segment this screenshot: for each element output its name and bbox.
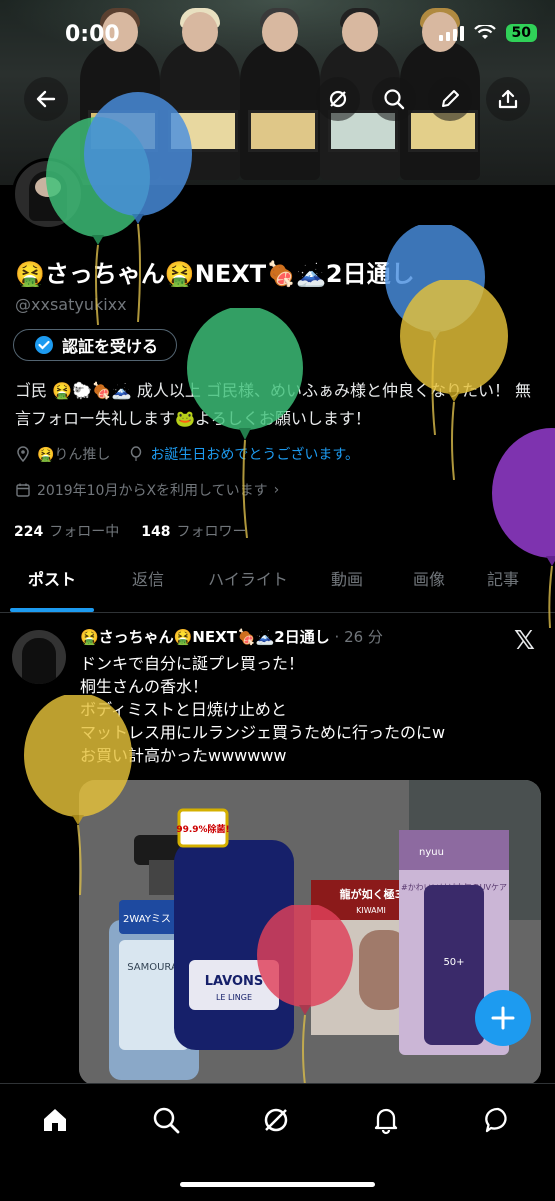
compose-button[interactable] — [475, 990, 531, 1046]
following-count: 224 — [14, 524, 44, 540]
spf-label: 50+ — [443, 957, 464, 968]
oshi-text: 🤮りん推し — [37, 447, 111, 463]
nav-home[interactable] — [35, 1100, 75, 1140]
purple-balloon-decoration — [492, 428, 555, 628]
grok-icon — [264, 1108, 288, 1132]
profile-tabs: ポスト 返信 ハイライト 動画 画像 記事 — [0, 558, 555, 613]
plus-icon — [491, 1006, 515, 1030]
battery-level: 50 — [505, 24, 537, 42]
lavons-sub-label: LE LINGE — [216, 993, 252, 1002]
edit-button[interactable] — [428, 77, 472, 121]
nav-grok[interactable] — [256, 1100, 296, 1140]
bottom-nav — [0, 1083, 555, 1201]
twoway-label: 2WAYミスト — [123, 914, 181, 925]
search-button[interactable] — [372, 77, 416, 121]
search-icon — [153, 1107, 180, 1134]
post-line: ボディミストと日焼け止めと — [80, 700, 287, 719]
following-label: フォロー中 — [49, 524, 120, 540]
samourai-label: SAMOURAI — [127, 962, 181, 973]
ryu-sub-label: KIWAMI — [356, 906, 386, 915]
post-line: ドンキで自分に誕プレ買った！ — [80, 654, 305, 673]
grok-button[interactable] — [316, 77, 360, 121]
arrow-left-icon — [36, 90, 56, 108]
percent-label: 99.9%除菌! — [176, 823, 229, 835]
green-balloon-decoration — [187, 308, 303, 538]
verified-badge-icon — [35, 336, 53, 354]
post-text: ドンキで自分に誕プレ買った！ 桐生さんの香水！ ボディミストと日焼け止めと マッ… — [80, 652, 540, 767]
tab-replies[interactable]: 返信 — [104, 558, 192, 612]
red-balloon-decoration — [257, 905, 353, 1085]
post-author[interactable]: 🤮さっちゃん🤮NEXT🍖🗻2日通し — [80, 628, 330, 646]
blue-balloon-decoration — [84, 92, 192, 322]
home-indicator — [180, 1182, 375, 1187]
bell-icon — [374, 1108, 398, 1135]
share-button[interactable] — [486, 77, 530, 121]
followers-count: 148 — [141, 524, 171, 540]
ryu-label: 龍が如く極3 — [340, 887, 403, 901]
message-icon — [485, 1107, 507, 1133]
status-icons: 50 — [438, 24, 537, 42]
post-avatar[interactable] — [12, 630, 66, 684]
nyuu-logo: nyuu — [419, 847, 444, 858]
tab-highlights[interactable]: ハイライト — [192, 558, 304, 612]
post-line: マットレス用にルランジェ買うために行ったのにw — [80, 723, 446, 742]
verify-label: 認証を受ける — [62, 337, 159, 356]
tab-videos[interactable]: 動画 — [304, 558, 390, 612]
post-line: お買い計高かったwwwwww — [80, 746, 287, 765]
status-time: 0:00 — [65, 22, 120, 47]
nav-notifications[interactable] — [366, 1100, 406, 1140]
balloon-icon — [131, 446, 142, 461]
home-icon — [44, 1109, 66, 1131]
banner-person — [240, 8, 320, 180]
location-icon — [17, 446, 29, 462]
post-header: 🤮さっちゃん🤮NEXT🍖🗻2日通し · 26 分 — [80, 626, 383, 647]
nav-search[interactable] — [146, 1100, 186, 1140]
search-icon — [384, 89, 405, 110]
verify-button[interactable]: 認証を受ける — [13, 329, 177, 361]
tab-images[interactable]: 画像 — [390, 558, 468, 612]
following-link[interactable]: 224 フォロー中 — [14, 521, 119, 541]
calendar-icon — [16, 483, 30, 497]
post-time: · 26 分 — [334, 628, 383, 646]
tab-posts[interactable]: ポスト — [0, 558, 104, 612]
post-line: 桐生さんの香水！ — [80, 677, 209, 696]
grok-icon — [329, 90, 347, 108]
wifi-icon — [473, 25, 496, 39]
nav-messages[interactable] — [478, 1100, 518, 1140]
signal-icon — [438, 25, 464, 41]
pencil-icon — [442, 90, 459, 107]
share-icon — [498, 89, 518, 109]
yellow-balloon-decoration — [24, 695, 132, 895]
